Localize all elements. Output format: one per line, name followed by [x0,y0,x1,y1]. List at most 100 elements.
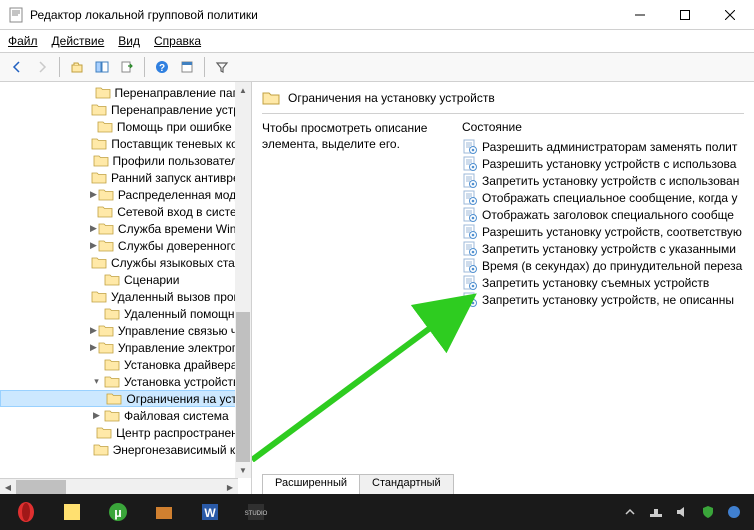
tree-item[interactable]: Перенаправление устрой [0,101,251,118]
tree-item[interactable]: Удаленный вызов процед [0,288,251,305]
taskbar-app-word[interactable]: W [188,496,232,528]
tree-item[interactable]: ▶ Файловая система [0,407,251,424]
tab-extended[interactable]: Расширенный [262,474,360,494]
tray-app-icon[interactable] [726,504,742,520]
tree-item[interactable]: ▾ Установка устройства [0,373,251,390]
tree-horizontal-scrollbar[interactable]: ◀ ▶ [0,478,238,494]
tree-item[interactable]: Профили пользователей [0,152,251,169]
scroll-up-icon[interactable]: ▲ [235,82,251,98]
taskbar-app-utorrent[interactable]: µ [96,496,140,528]
titlebar: Редактор локальной групповой политики [0,0,754,30]
policy-item[interactable]: Разрешить установку устройств, соответст… [462,223,754,240]
policy-item[interactable]: Запретить установку устройств, не описан… [462,291,754,308]
scroll-left-icon[interactable]: ◀ [0,479,16,494]
tree-item-label: Установка устройства [124,375,246,389]
back-button[interactable] [6,56,28,78]
menu-file[interactable]: Файл [8,34,38,48]
tray-shield-icon[interactable] [700,504,716,520]
tree-item[interactable]: Установка драйвера [0,356,251,373]
tree-vertical-scrollbar[interactable]: ▲ ▼ [235,82,251,478]
tree-item[interactable]: Энергонезависимый кэш [0,441,251,458]
menu-action[interactable]: Действие [52,34,105,48]
tree-item[interactable]: Удаленный помощник [0,305,251,322]
tree-item[interactable]: ▶Управление электропита [0,339,251,356]
tray-up-icon[interactable] [622,504,638,520]
close-button[interactable] [707,1,752,29]
twisty-icon[interactable] [90,273,103,286]
scroll-thumb[interactable] [16,480,66,494]
menu-help[interactable]: Справка [154,34,201,48]
policy-item[interactable]: Запретить установку устройств с использо… [462,172,754,189]
scroll-right-icon[interactable]: ▶ [222,479,238,494]
twisty-icon[interactable] [90,358,103,371]
tree-item-label: Службы языковых станда [111,256,251,270]
tree-item[interactable]: Ограничения на устан [0,390,251,407]
tree-item-label: Удаленный вызов процед [111,290,251,304]
policy-item[interactable]: Запретить установку устройств с указанны… [462,240,754,257]
twisty-icon[interactable]: ▶ [90,188,97,201]
twisty-icon[interactable] [90,120,96,133]
properties-button[interactable] [176,56,198,78]
policy-item[interactable]: Отображать специальное сообщение, когда … [462,189,754,206]
tab-standard[interactable]: Стандартный [359,474,454,494]
tree-item-label: Профили пользователей [113,154,251,168]
policy-label: Разрешить установку устройств с использо… [482,157,736,171]
twisty-icon[interactable]: ▾ [90,375,103,388]
tree-item[interactable]: Помощь при ошибке «О [0,118,251,135]
twisty-icon[interactable] [90,205,96,218]
tree-item-label: Ранний запуск антивредс [111,171,251,185]
twisty-icon[interactable] [90,86,94,99]
tray-volume-icon[interactable] [674,504,690,520]
column-header-state[interactable]: Состояние [462,120,754,138]
policy-item[interactable]: Разрешить установку устройств с использо… [462,155,754,172]
menu-view[interactable]: Вид [118,34,140,48]
policy-item[interactable]: Запретить установку съемных устройств [462,274,754,291]
twisty-icon[interactable]: ▶ [90,324,97,337]
forward-button[interactable] [31,56,53,78]
twisty-icon[interactable]: ▶ [90,239,97,252]
up-button[interactable] [66,56,88,78]
taskbar-app-notes[interactable] [50,496,94,528]
tree-item[interactable]: Сетевой вход в систему [0,203,251,220]
twisty-icon[interactable] [90,443,92,456]
tree-item-label: Файловая система [124,409,229,423]
show-hide-tree-button[interactable] [91,56,113,78]
detail-pane: Ограничения на установку устройств Чтобы… [252,82,754,494]
scroll-thumb[interactable] [236,312,250,462]
minimize-button[interactable] [617,1,662,29]
taskbar-app-files[interactable] [142,496,186,528]
taskbar-app-opera[interactable] [4,496,48,528]
tray-network-icon[interactable] [648,504,664,520]
taskbar-app-studio[interactable]: STUDIO [234,496,278,528]
policy-item[interactable]: Разрешить администраторам заменять полит [462,138,754,155]
twisty-icon[interactable] [90,154,92,167]
twisty-icon[interactable]: ▶ [90,222,97,235]
tree-item-label: Сетевой вход в систему [117,205,251,219]
twisty-icon[interactable] [90,426,95,439]
tree-item[interactable]: Центр распространения [0,424,251,441]
filter-button[interactable] [211,56,233,78]
tree-item[interactable]: ▶Служба времени Window [0,220,251,237]
tree-item[interactable]: Перенаправление папок [0,84,251,101]
tree-item[interactable]: ▶Службы доверенного пл [0,237,251,254]
tree-item[interactable]: Ранний запуск антивредс [0,169,251,186]
tree-item[interactable]: ▶Распределенная модель [0,186,251,203]
svg-text:STUDIO: STUDIO [245,511,267,517]
tree-item[interactable]: Поставщик теневых копи [0,135,251,152]
policy-label: Разрешить администраторам заменять полит [482,140,737,154]
help-button[interactable]: ? [151,56,173,78]
tab-strip: Расширенный Стандартный [252,472,754,494]
tree-item-label: Перенаправление папок [115,86,252,100]
twisty-icon[interactable]: ▶ [90,341,97,354]
scroll-down-icon[interactable]: ▼ [235,462,251,478]
twisty-icon[interactable]: ▶ [90,409,103,422]
policy-item[interactable]: Отображать заголовок специального сообще [462,206,754,223]
policy-item[interactable]: Время (в секундах) до принудительной пер… [462,257,754,274]
export-button[interactable] [116,56,138,78]
twisty-icon[interactable] [90,307,103,320]
maximize-button[interactable] [662,1,707,29]
tree-item[interactable]: Службы языковых станда [0,254,251,271]
tree-item[interactable]: ▶Управление связью чере [0,322,251,339]
tree[interactable]: Перенаправление папокПеренаправление уст… [0,82,251,477]
tree-item[interactable]: Сценарии [0,271,251,288]
